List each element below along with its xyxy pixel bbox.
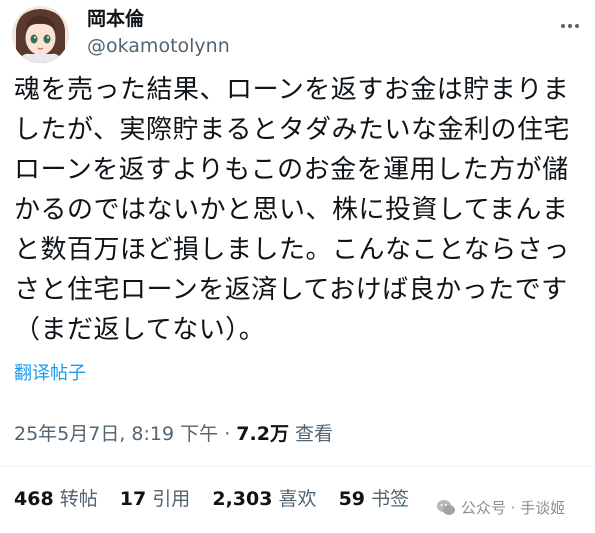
more-options-button[interactable]: [558, 14, 582, 38]
reposts-count: 468: [14, 488, 54, 510]
tweet-text: 魂を売った結果、ローンを返すお金は貯まりましたが、実際貯まるとタダみたいな金利の…: [14, 75, 570, 345]
views-count: 7.2万: [236, 423, 289, 445]
divider: [0, 466, 595, 467]
reposts-label: 转帖: [59, 488, 98, 510]
reposts-stat[interactable]: 468 转帖: [14, 488, 104, 510]
timestamp[interactable]: 25年5月7日, 8:19 下午: [14, 423, 218, 445]
avatar[interactable]: [12, 6, 69, 63]
likes-stat[interactable]: 2,303 喜欢: [212, 488, 322, 510]
user-handle[interactable]: @okamotolynn: [87, 33, 230, 59]
watermark-text: 公众号 · 手谈姬: [461, 499, 566, 517]
display-name[interactable]: 岡本倫: [87, 6, 144, 32]
bookmarks-stat[interactable]: 59 书签: [339, 488, 410, 510]
quotes-label: 引用: [152, 488, 191, 510]
more-dots-icon: [561, 24, 579, 28]
quotes-count: 17: [119, 488, 147, 510]
meta-separator: ·: [224, 423, 231, 445]
bookmarks-label: 书签: [371, 488, 410, 510]
bookmarks-count: 59: [338, 488, 366, 510]
translate-post-link[interactable]: 翻译帖子: [14, 362, 86, 386]
quotes-stat[interactable]: 17 引用: [120, 488, 197, 510]
wechat-icon: [437, 500, 455, 515]
views-label: 查看: [295, 423, 334, 445]
anime-girl-avatar-icon: [12, 6, 69, 63]
likes-label: 喜欢: [278, 488, 317, 510]
likes-count: 2,303: [212, 488, 273, 510]
engagement-stats: 468 转帖 17 引用 2,303 喜欢 59 书签: [14, 484, 425, 514]
watermark: 公众号 · 手谈姬: [436, 497, 565, 519]
tweet-meta: 25年5月7日, 8:19 下午 · 7.2万 查看: [14, 420, 333, 448]
